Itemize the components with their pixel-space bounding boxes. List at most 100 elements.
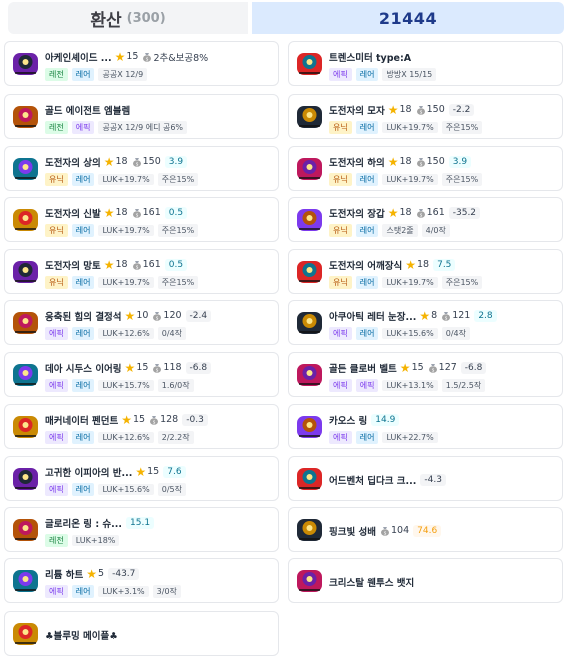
equipment-card[interactable]: 도전자의 어깨장식 ★ 18 7.5 유닉 레어 LUK+19.7% 주은15% [288, 249, 563, 294]
item-tag: 에픽 [45, 430, 68, 444]
item-tag: 레어 [355, 67, 379, 81]
stat-diff-badge: 3.9 [448, 155, 472, 168]
money-bag-icon: $ [145, 410, 159, 429]
svg-text:$: $ [419, 109, 422, 115]
starforce-count: 18 [115, 207, 128, 218]
stat-diff-badge: 2.8 [474, 309, 497, 322]
equipment-card[interactable]: 도전자의 하의 ★ 18 $150 3.9 유닉 레어 LUK+19.7% 주은15% [288, 146, 563, 191]
item-tag: 주은15% [441, 275, 483, 289]
equipment-card[interactable]: 크리스탈 웬투스 뱃지 [288, 558, 563, 603]
equipment-card[interactable]: 매커네이터 펜던트 ★ 15 $128 -0.3 에픽 레어 LUK+12.6% 2/2.2작 [4, 404, 279, 449]
equipment-card[interactable]: 도전자의 장갑 ★ 18 $161 -35.2 유닉 레어 스탯2줄 4/0작 [288, 197, 563, 242]
equipment-card[interactable]: 핑크빛 성배 $104 74.6 [288, 507, 563, 552]
starforce-count: 5 [98, 568, 105, 579]
equipment-card[interactable]: 고귀한 이피아의 반... ★ 15 7.6 에픽 레어 LUK+15.6% 0/5작 [4, 456, 279, 501]
chaos-ring-icon [293, 410, 326, 443]
equipment-card[interactable]: 응축된 힘의 결정석 ★ 10 $120 -2.4 에픽 레어 LUK+12.6% 0/4작 [4, 300, 279, 345]
item-tag: LUK+19.7% [98, 276, 154, 288]
item-name: 카오스 링 [329, 415, 368, 427]
upgrade-value: 127 [438, 362, 457, 373]
equipment-card[interactable]: 트렌스미터 type:A 에픽 레어 방방X 15/15 [288, 41, 563, 86]
item-name: 트렌스미터 type:A [329, 52, 412, 64]
item-tag: 주은15% [441, 172, 483, 186]
item-tag: LUK+3.1% [98, 585, 149, 597]
equipment-card[interactable]: 도전자의 모자 ★ 18 $150 -2.2 유닉 레어 LUK+19.7% 주은15% [288, 94, 563, 139]
equipment-card[interactable]: ♣블루밍 메이플♣ [4, 611, 279, 656]
star-icon: ★ [121, 412, 132, 427]
star-icon: ★ [103, 205, 115, 220]
starforce-count: 10 [136, 310, 149, 321]
upgrade-value: 121 [452, 310, 471, 321]
equipment-card[interactable]: 골드 에이전트 엠블렘 레전 에픽 공공X 12/9 에디 공6% [4, 94, 279, 139]
star-icon: ★ [86, 566, 98, 581]
item-tag: 공공X 12/9 [98, 67, 148, 81]
upgrade-value: 150 [426, 104, 445, 115]
item-tag: 에픽 [45, 378, 68, 392]
item-tag: 주은15% [157, 223, 199, 237]
equipment-card[interactable]: 도전자의 망토 ★ 18 $161 0.5 유닉 레어 LUK+19.7% 주은15% [4, 249, 279, 294]
starforce-count: 15 [411, 362, 424, 373]
item-header-row: 도전자의 어깨장식 ★ 18 7.5 [329, 257, 456, 272]
stat-diff-badge: -4.3 [420, 473, 446, 486]
item-name: 핑크빛 성배 [329, 526, 377, 538]
item-header-row: 도전자의 모자 ★ 18 $150 -2.2 [329, 102, 475, 117]
equipment-card[interactable]: 도전자의 상의 ★ 18 $150 3.9 유닉 레어 LUK+19.7% 주은15% [4, 146, 279, 191]
item-name: 도전자의 하의 [329, 157, 385, 169]
item-tag: LUK+12.6% [98, 431, 154, 443]
starforce-count: 18 [399, 156, 412, 167]
item-name: 도전자의 어깨장식 [329, 260, 403, 272]
crystal-pendant-icon [9, 306, 42, 339]
star-icon: ★ [103, 154, 115, 169]
item-tag: 0/4작 [441, 326, 470, 340]
challenger-shoulder-icon [293, 255, 326, 288]
item-name: 아케인셰이드 ... [45, 52, 112, 64]
item-tag: 에픽 [71, 120, 95, 134]
starforce-count: 15 [133, 414, 146, 425]
equipment-card[interactable]: 도전자의 신발 ★ 18 $161 0.5 유닉 레어 LUK+19.7% 주은15% [4, 197, 279, 242]
stat-diff-badge: 7.6 [163, 465, 186, 478]
item-name: 아쿠아틱 레터 눈장... [329, 311, 417, 323]
equipment-card[interactable]: 어드벤처 딥다크 크... -4.3 [288, 456, 563, 501]
item-tag-row: 에픽 레어 LUK+15.7% 1.6/0작 [45, 378, 198, 392]
item-name: 도전자의 신발 [45, 208, 101, 220]
svg-text:$: $ [156, 315, 159, 321]
equipment-card[interactable]: 아케인셰이드 ... ★ 15 $2추&보공8% 레전 레어 공공X 12/9 [4, 41, 279, 86]
challenger-shoes-icon [9, 203, 42, 236]
blooming-maple-medal-icon [9, 617, 42, 650]
money-bag-icon: $ [128, 255, 142, 274]
item-tag: 에픽 [329, 430, 352, 444]
item-tag: LUK+19.7% [98, 224, 154, 236]
item-tag: 유닉 [329, 120, 352, 134]
equipment-card[interactable]: 리튬 하트 ★ 5 -43.7 에픽 레어 LUK+3.1% 3/0작 [4, 558, 279, 603]
item-tag-row: 유닉 레어 LUK+19.7% 주은15% [45, 172, 202, 186]
item-tag: 공공X 12/9 에디 공6% [98, 120, 188, 134]
item-header-row: 아케인셰이드 ... ★ 15 $2추&보공8% [45, 49, 208, 64]
equipment-card[interactable]: 골든 클로버 벨트 ★ 15 $127 -6.8 에픽 에픽 LUK+13.1% 1.5/2.5… [288, 352, 563, 397]
item-tag: LUK+15.6% [382, 327, 438, 339]
equipment-card[interactable]: 데아 시두스 이어링 ★ 15 $118 -6.8 에픽 레어 LUK+15.7% 1.6/0작 [4, 352, 279, 397]
svg-text:$: $ [135, 264, 138, 270]
star-icon: ★ [405, 257, 416, 272]
item-tag: 레어 [71, 67, 95, 81]
equipment-card[interactable]: 카오스 링 14.9 에픽 레어 LUK+22.7% [288, 404, 563, 449]
item-tag: LUK+12.6% [98, 327, 154, 339]
item-tag: 에픽 [45, 326, 68, 340]
dea-sidus-earring-icon [9, 358, 42, 391]
equipment-card[interactable]: 글로리온 링 : 슈... 15.1 레전 LUK+18% [4, 507, 279, 552]
item-tag: 레어 [355, 275, 379, 289]
crystal-ventus-badge-icon [293, 564, 326, 597]
lithium-heart-icon [9, 564, 42, 597]
stat-diff-badge: -6.8 [460, 361, 487, 374]
item-tag-row: 유닉 레어 LUK+19.7% 주은15% [45, 223, 202, 237]
stat-diff-badge: -35.2 [448, 206, 481, 219]
money-bag-icon: $ [148, 306, 162, 325]
item-header-row: 도전자의 상의 ★ 18 $150 3.9 [45, 154, 188, 169]
item-tag: 레어 [355, 172, 379, 186]
stat-diff-badge: 7.5 [433, 258, 456, 271]
item-header-row: 데아 시두스 이어링 ★ 15 $118 -6.8 [45, 360, 212, 375]
upgrade-value: 2추&보공8% [153, 52, 209, 64]
item-tag: 레어 [355, 430, 379, 444]
equipment-card[interactable]: 아쿠아틱 레터 눈장... ★ 8 $121 2.8 에픽 레어 LUK+15.6% 0/4작 [288, 300, 563, 345]
svg-text:$: $ [445, 315, 448, 321]
stat-diff-badge: 3.9 [164, 155, 188, 168]
